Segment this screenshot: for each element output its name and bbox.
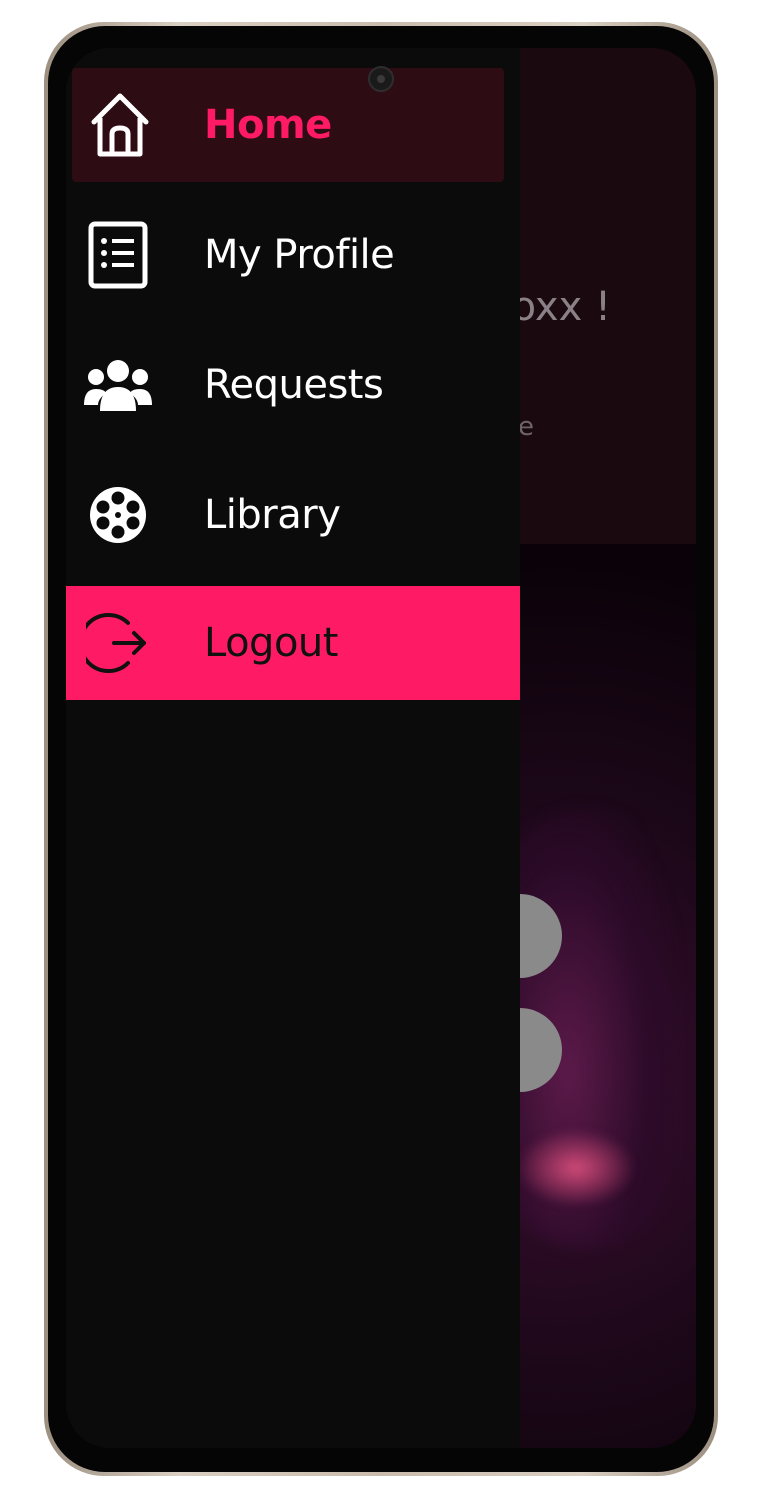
nav-item-logout[interactable]: Logout	[66, 586, 520, 700]
users-group-icon	[84, 351, 152, 419]
nav-item-label: My Profile	[204, 232, 395, 278]
nav-item-home[interactable]: Home	[72, 68, 504, 182]
navigation-drawer: Home My Profile Requests Library Logout	[66, 48, 520, 1448]
nav-item-label: Logout	[204, 620, 338, 666]
app-screen: oxoxx ! e Home My Profile Requests Libra…	[66, 48, 696, 1448]
profile-list-icon	[84, 221, 152, 289]
background-subtext: e	[518, 412, 534, 442]
nav-item-requests[interactable]: Requests	[66, 328, 520, 442]
background-glow	[516, 1128, 636, 1208]
nav-item-my-profile[interactable]: My Profile	[66, 198, 520, 312]
nav-item-label: Requests	[204, 362, 384, 408]
nav-item-library[interactable]: Library	[66, 458, 520, 572]
front-camera	[368, 66, 394, 92]
nav-item-label: Home	[204, 102, 332, 148]
film-reel-icon	[84, 481, 152, 549]
logout-icon	[84, 609, 152, 677]
home-icon	[86, 91, 154, 159]
nav-item-label: Library	[204, 492, 341, 538]
